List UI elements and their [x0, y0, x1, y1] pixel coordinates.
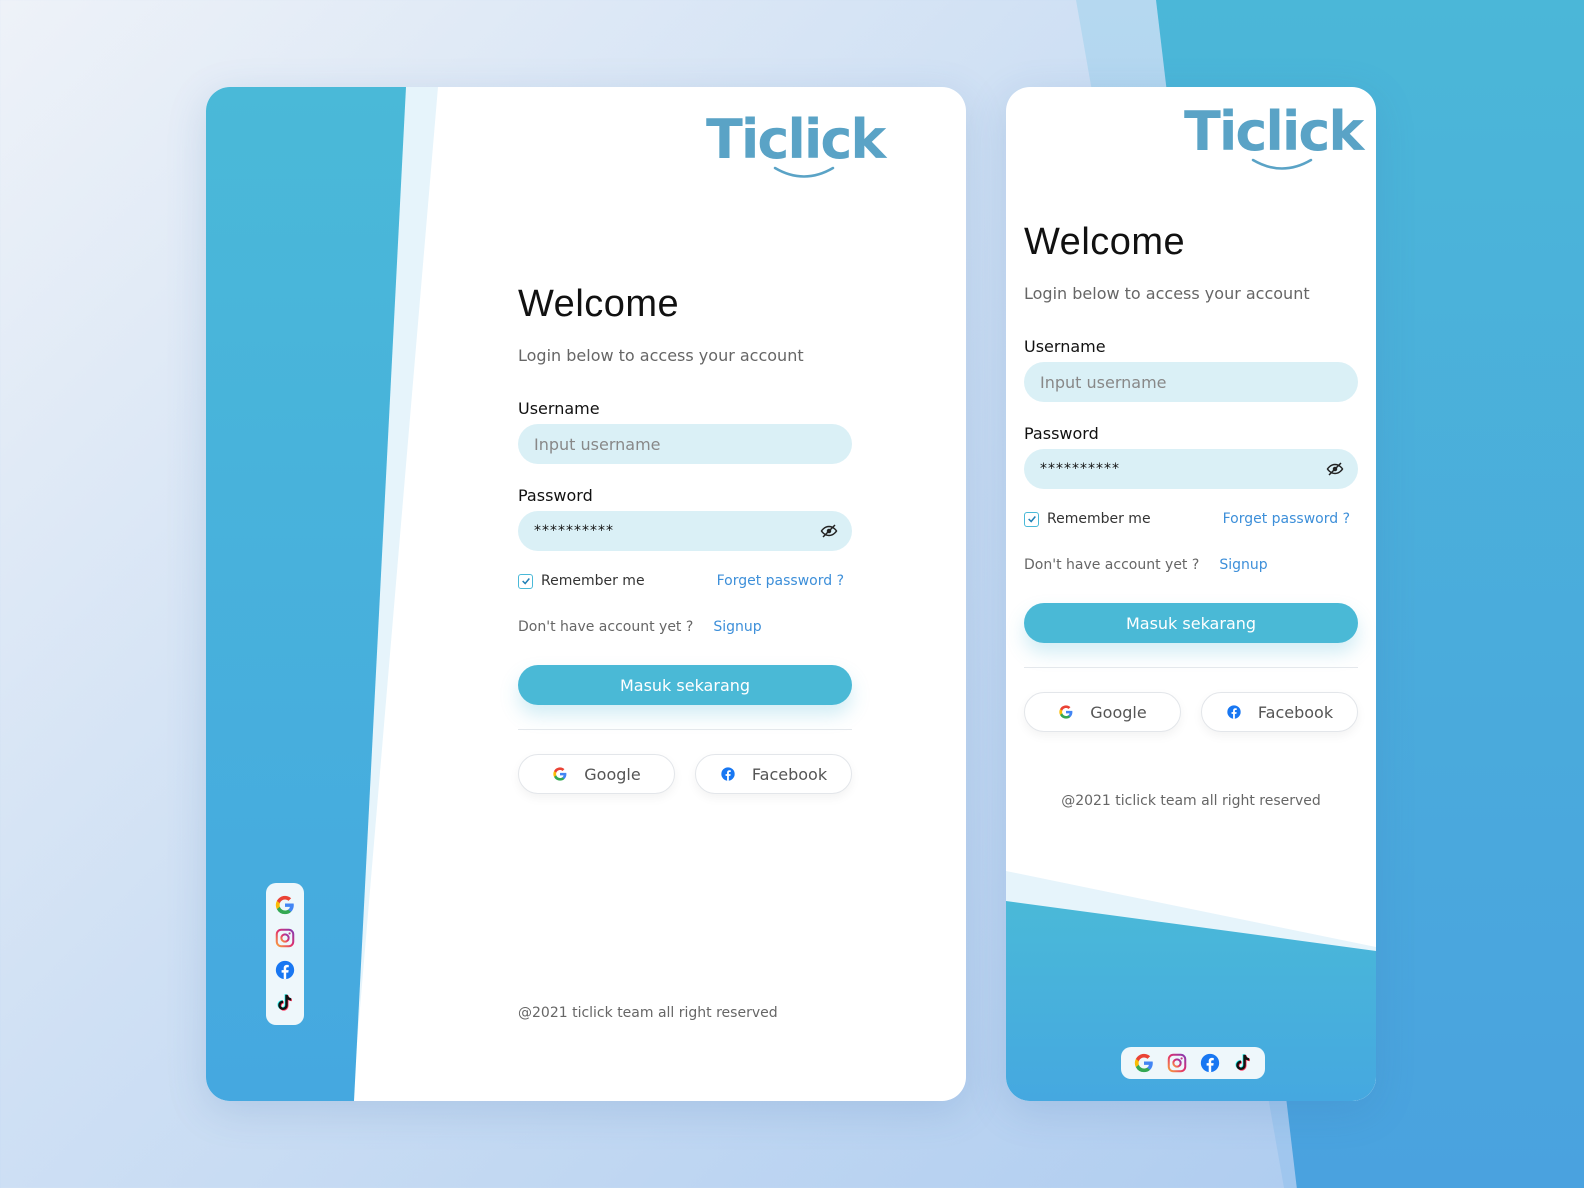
brand-logo: Ticlick	[706, 108, 886, 181]
google-login-label: Google	[584, 764, 641, 784]
social-links-bar	[1121, 1047, 1265, 1079]
facebook-icon	[1227, 705, 1241, 719]
remember-label: Remember me	[1047, 511, 1151, 527]
tiktok-icon[interactable]	[1232, 1052, 1254, 1074]
google-login-label: Google	[1090, 702, 1147, 722]
password-input[interactable]: **********	[1024, 449, 1358, 489]
password-label: Password	[1024, 424, 1099, 443]
facebook-login-label: Facebook	[1257, 702, 1334, 722]
submit-button[interactable]: Masuk sekarang	[518, 665, 852, 705]
forgot-password-link[interactable]: Forget password ?	[717, 573, 844, 589]
brand-logo-text: Ticlick	[706, 108, 886, 171]
logo-smile-icon	[773, 166, 835, 178]
remember-checkbox[interactable]	[1024, 511, 1039, 527]
facebook-login-label: Facebook	[751, 764, 828, 784]
facebook-icon[interactable]	[1199, 1052, 1221, 1074]
signup-link[interactable]: Signup	[713, 619, 761, 635]
google-login-button[interactable]: Google	[1024, 692, 1181, 732]
remember-checkbox[interactable]	[518, 573, 533, 589]
google-icon	[553, 767, 567, 781]
instagram-icon[interactable]	[1166, 1052, 1188, 1074]
mobile-login-card: Ticlick Welcome Login below to access yo…	[1006, 87, 1376, 1101]
desktop-login-card: Ticlick Welcome Login below to access yo…	[206, 87, 966, 1101]
facebook-login-button[interactable]: Facebook	[695, 754, 852, 794]
divider	[1024, 667, 1358, 668]
page-subtitle: Login below to access your account	[1024, 284, 1310, 303]
divider	[518, 729, 852, 730]
social-links-bar	[266, 883, 304, 1025]
username-placeholder: Input username	[1040, 372, 1167, 392]
username-placeholder: Input username	[534, 434, 661, 454]
google-icon[interactable]	[1133, 1052, 1155, 1074]
facebook-login-button[interactable]: Facebook	[1201, 692, 1358, 732]
footer-text: @2021 ticlick team all right reserved	[1061, 793, 1321, 809]
brand-logo-text: Ticlick	[1184, 100, 1364, 163]
facebook-icon[interactable]	[274, 959, 296, 981]
password-label: Password	[518, 486, 593, 505]
username-label: Username	[1024, 337, 1106, 356]
tiktok-icon[interactable]	[274, 992, 296, 1014]
logo-smile-icon	[1251, 158, 1313, 170]
instagram-icon[interactable]	[274, 927, 296, 949]
login-form: Welcome Login below to access your accou…	[1024, 221, 1358, 809]
submit-button[interactable]: Masuk sekarang	[1024, 603, 1358, 643]
signup-link[interactable]: Signup	[1219, 557, 1267, 573]
eye-off-icon[interactable]	[1326, 460, 1344, 478]
login-form: Welcome Login below to access your accou…	[518, 283, 852, 794]
eye-off-icon[interactable]	[820, 522, 838, 540]
check-icon	[1027, 516, 1036, 523]
password-value: **********	[1040, 461, 1120, 477]
password-value: **********	[534, 523, 614, 539]
facebook-icon	[721, 767, 735, 781]
google-login-button[interactable]: Google	[518, 754, 675, 794]
no-account-text: Don't have account yet ?	[518, 619, 694, 635]
username-input[interactable]: Input username	[1024, 362, 1358, 402]
username-input[interactable]: Input username	[518, 424, 852, 464]
side-panel-blue	[206, 87, 406, 1101]
username-label: Username	[518, 399, 600, 418]
google-icon	[1059, 705, 1073, 719]
check-icon	[521, 578, 530, 585]
page-subtitle: Login below to access your account	[518, 346, 804, 365]
brand-logo: Ticlick	[1184, 100, 1364, 173]
password-input[interactable]: **********	[518, 511, 852, 551]
google-icon[interactable]	[274, 894, 296, 916]
remember-label: Remember me	[541, 573, 645, 589]
page-title: Welcome	[518, 283, 680, 325]
page-title: Welcome	[1024, 221, 1186, 263]
forgot-password-link[interactable]: Forget password ?	[1223, 511, 1350, 527]
no-account-text: Don't have account yet ?	[1024, 557, 1200, 573]
footer-text: @2021 ticlick team all right reserved	[518, 1005, 778, 1021]
